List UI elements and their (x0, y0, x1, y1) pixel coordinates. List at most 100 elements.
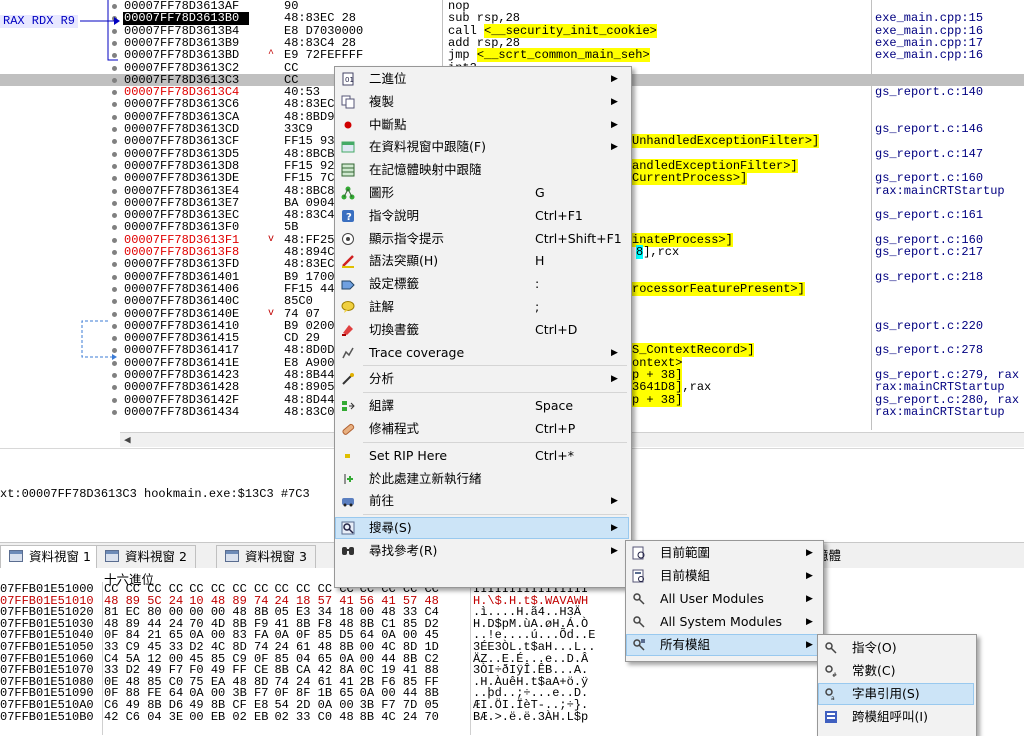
submenu-arrow-icon: ▶ (611, 119, 618, 130)
follow-dump-icon (341, 140, 355, 154)
instruction-text: 8],rcx (636, 245, 679, 259)
modules-menu-item-search-command[interactable]: 指令(O) (818, 637, 974, 659)
menu-item-label: 目前範圍 (660, 545, 711, 560)
menu-item-label: 所有模組 (660, 637, 711, 652)
context-menu-item-set-rip[interactable]: Set RIP Here Ctrl+* (335, 445, 629, 467)
context-menu-item-search[interactable]: 搜尋(S) ▶ (335, 517, 629, 540)
scroll-left-icon[interactable]: ◀ (124, 433, 131, 447)
dump-address: 07FFB01E510B0 (0, 709, 94, 724)
submenu-arrow-icon: ▶ (806, 617, 813, 627)
search-menu-item-all-modules[interactable]: 所有模組 ▶ (626, 634, 821, 656)
search-submenu: 目前範圍 ▶ 目前模組 ▶ All User Modules ▶ All System Mo… (625, 540, 824, 662)
menu-item-label: 複製 (369, 93, 395, 109)
current-module-icon (632, 569, 646, 583)
hint-icon (341, 232, 355, 246)
copy-icon (341, 95, 355, 109)
instruction-address: 00007FF78D3613FD (124, 257, 240, 272)
menu-item-label: 指令(O) (852, 640, 897, 655)
search-menu-item-user-modules[interactable]: All User Modules ▶ (626, 588, 821, 610)
jump-marker-icon: v (268, 233, 275, 245)
instruction-comment: gs_report.c:160 (875, 171, 984, 186)
menu-item-label: 修補程式 (369, 421, 420, 436)
instruction-comment: gs_report.c:161 (875, 208, 984, 223)
all-modules-submenu: 指令(O) # 常數(C) a 字串引用(S) 跨模組呼叫(I) (817, 634, 977, 736)
context-menu-item-breakpoint[interactable]: 中斷點 ▶ (335, 114, 629, 136)
submenu-arrow-icon: ▶ (806, 594, 813, 604)
menu-item-label: Trace coverage (369, 344, 465, 360)
instruction-bytes: 48:83EC 28 (284, 11, 357, 26)
graph-icon (341, 186, 355, 200)
context-menu-item-graph[interactable]: 圖形 G (335, 182, 629, 204)
modules-menu-item-search-string[interactable]: a 字串引用(S) (818, 683, 974, 705)
comment-icon (341, 300, 355, 314)
instruction-bytes: E9 72FEFFFF (284, 48, 364, 63)
context-menu-item-memory-map[interactable]: 在記憶體映射中跟隨 (335, 159, 629, 181)
menu-item-label: 在記憶體映射中跟隨 (369, 162, 482, 178)
hex-group: 42 C6 04 3E (104, 709, 184, 724)
context-menu: 01 二進位 ▶ 複製 ▶ 中斷點 ▶ 在資料視窗中跟隨(F) ▶ 在記憶體映射中跟隨 圖形 G? 指令… (334, 66, 632, 588)
context-menu-item-find-references[interactable]: 尋找參考(R) ▶ (335, 540, 629, 562)
info-text: xt:00007FF78D3613C3 hookmain.exe:$13C3 #… (0, 487, 310, 501)
instruction-address: 00007FF78D3613E4 (124, 183, 240, 198)
tab-dump-3[interactable]: 資料視窗 3 (216, 545, 316, 569)
context-menu-item-trace[interactable]: Trace coverage ▶ (335, 342, 629, 364)
submenu-arrow-icon: ▶ (611, 347, 618, 358)
context-menu-item-binary[interactable]: 01 二進位 ▶ (335, 68, 629, 90)
hex-group: 02 33 C0 48 (274, 709, 354, 724)
menu-item-label: 搜尋(S) (369, 520, 412, 536)
submenu-arrow-icon: ▶ (611, 96, 618, 107)
instruction-address: 00007FF78D3613C2 (124, 60, 240, 75)
context-menu-item-bookmark[interactable]: 切換書籤 Ctrl+D (335, 319, 629, 341)
instruction-text: CurrentProcess>] (632, 171, 748, 186)
menu-item-label: 在資料視窗中跟隨(F) (369, 139, 486, 155)
search-menu-item-system-modules[interactable]: All System Modules ▶ (626, 611, 821, 633)
context-menu-item-analysis[interactable]: 分析 ▶ (335, 368, 629, 390)
jump-marker-icon: ^ (268, 49, 275, 61)
menu-item-shortcut: H (535, 253, 545, 269)
instruction-address: 00007FF78D361434 (124, 404, 240, 419)
menu-separator (363, 392, 627, 394)
context-menu-item-comment[interactable]: 註解; (335, 296, 629, 318)
context-menu-item-new-thread[interactable]: 於此處建立新執行緒 (335, 468, 629, 490)
context-menu-item-assemble[interactable]: 組譯 Space (335, 395, 629, 417)
context-menu-item-goto[interactable]: 前往 ▶ (335, 490, 629, 512)
modules-menu-item-search-constant[interactable]: # 常數(C) (818, 660, 974, 682)
instruction-bytes: CC (284, 60, 299, 75)
modules-menu-item-intermodular-call[interactable]: 跨模組呼叫(I) (818, 706, 974, 728)
instruction-bytes: 48:83C0 (284, 404, 335, 419)
context-menu-item-patch[interactable]: 修補程式 Ctrl+P (335, 418, 629, 440)
dump-tab-icon (225, 550, 239, 562)
search-menu-item-current-region[interactable]: 目前範圍 ▶ (626, 542, 821, 564)
context-menu-item-hint[interactable]: 顯示指令提示 Ctrl+Shift+F1 (335, 228, 629, 250)
menu-item-shortcut: Ctrl+D (535, 321, 578, 337)
menu-item-label: 目前模組 (660, 568, 711, 583)
instruction-comment: rax:mainCRTStartup (875, 183, 1005, 198)
dump-divider (470, 582, 471, 735)
dump-divider (102, 582, 103, 735)
tab-dump-1[interactable]: 資料視窗 1 (0, 545, 100, 569)
menu-item-label: 組譯 (369, 398, 395, 414)
bookmark-icon (341, 323, 355, 337)
instruction-address: 00007FF78D361417 (124, 343, 240, 358)
context-menu-item-label[interactable]: 設定標籤: (335, 273, 629, 295)
menu-item-label: 前往 (369, 493, 395, 509)
intermodular-call-icon (824, 710, 838, 724)
jump-marker-icon: v (268, 307, 275, 319)
menu-separator (363, 365, 627, 367)
instruction-bytes: 5B (284, 220, 299, 235)
instruction-token: rocessorFeaturePresent>] (632, 281, 805, 296)
tab-dump-2[interactable]: 資料視窗 2 (96, 545, 196, 569)
menu-item-label: 分析 (369, 371, 395, 387)
context-menu-item-copy[interactable]: 複製 ▶ (335, 91, 629, 113)
context-menu-item-follow-dump[interactable]: 在資料視窗中跟隨(F) ▶ (335, 136, 629, 158)
menu-separator (363, 514, 627, 516)
search-menu-item-current-module[interactable]: 目前模組 ▶ (626, 565, 821, 587)
context-menu-item-highlight[interactable]: 語法突顯(H) H (335, 250, 629, 272)
search-string-icon: a (824, 687, 838, 701)
goto-icon (341, 494, 355, 508)
system-modules-icon (632, 615, 646, 629)
menu-item-shortcut: Ctrl+Shift+F1 (535, 230, 622, 246)
menu-separator (363, 441, 627, 443)
svg-text:#: # (832, 672, 837, 678)
context-menu-item-help[interactable]: ? 指令說明 Ctrl+F1 (335, 205, 629, 227)
